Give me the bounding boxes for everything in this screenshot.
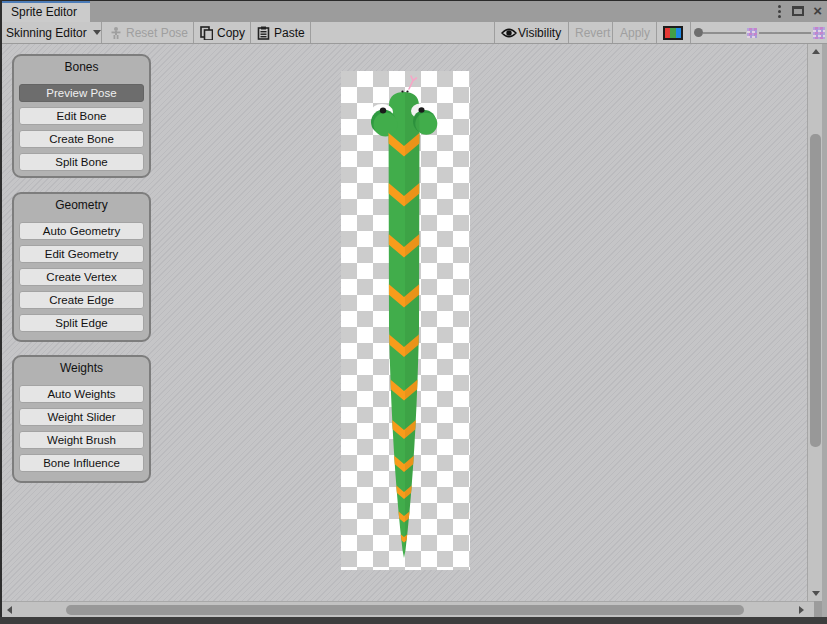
button-weight-brush[interactable]: Weight Brush (19, 431, 144, 449)
sprite-canvas[interactable] (341, 71, 470, 570)
maximize-icon[interactable] (792, 6, 804, 16)
snake-tongue (409, 76, 417, 89)
kebab-menu-icon[interactable] (776, 5, 783, 18)
tab-sprite-editor[interactable]: Sprite Editor (2, 1, 90, 22)
revert-label: Revert (575, 26, 610, 40)
button-edit-bone[interactable]: Edit Bone (19, 107, 144, 125)
horizontal-scrollbar[interactable] (2, 601, 814, 617)
titlebar: Sprite Editor × (0, 0, 827, 22)
button-auto-weights[interactable]: Auto Weights (19, 385, 144, 403)
vertical-scroll-thumb[interactable] (810, 134, 821, 447)
button-preview-pose[interactable]: Preview Pose (19, 84, 144, 102)
mip-slider-handle[interactable] (694, 28, 703, 37)
scroll-right-icon[interactable] (799, 606, 804, 614)
panel-bones-title: Bones (64, 59, 98, 76)
panel-weights: Weights Auto Weights Weight Slider Weigh… (12, 355, 151, 483)
paste-icon (257, 26, 270, 40)
snake-sprite (341, 71, 470, 570)
apply-button[interactable]: Apply (620, 22, 650, 43)
button-bone-influence[interactable]: Bone Influence (19, 454, 144, 472)
eye-icon (501, 27, 517, 39)
visibility-label: Visibility (518, 26, 561, 40)
sprite-editor-window: Sprite Editor × Skinning Editor Reset Po… (0, 0, 827, 624)
button-auto-geometry[interactable]: Auto Geometry (19, 222, 144, 240)
apply-label: Apply (620, 26, 650, 40)
reset-pose-icon (109, 26, 123, 40)
button-create-vertex[interactable]: Create Vertex (19, 268, 144, 286)
reset-pose-label: Reset Pose (126, 26, 188, 40)
copy-button[interactable]: Copy (200, 22, 245, 43)
copy-label: Copy (217, 26, 245, 40)
button-weight-slider[interactable]: Weight Slider (19, 408, 144, 426)
mip-slider-track2[interactable] (759, 32, 811, 34)
horizontal-scroll-thumb[interactable] (66, 605, 744, 615)
close-icon[interactable]: × (813, 6, 822, 16)
panel-geometry: Geometry Auto Geometry Edit Geometry Cre… (12, 192, 151, 342)
skinning-editor-dropdown[interactable]: Skinning Editor (6, 22, 101, 43)
vertical-scrollbar[interactable] (807, 44, 822, 601)
button-create-edge[interactable]: Create Edge (19, 291, 144, 309)
scroll-up-icon[interactable] (812, 49, 820, 54)
revert-button[interactable]: Revert (575, 22, 610, 43)
panel-bones: Bones Preview Pose Edit Bone Create Bone… (12, 54, 151, 178)
scroll-down-icon[interactable] (812, 591, 820, 596)
toolbar: Skinning Editor Reset Pose Copy (0, 22, 827, 44)
visibility-button[interactable]: Visibility (501, 22, 561, 43)
panel-weights-title: Weights (60, 360, 103, 377)
skinning-editor-label: Skinning Editor (6, 26, 87, 40)
button-edit-geometry[interactable]: Edit Geometry (19, 245, 144, 263)
rgb-icon (663, 26, 683, 40)
mip-slider-track[interactable] (703, 32, 746, 34)
editor-viewport[interactable]: Bones Preview Pose Edit Bone Create Bone… (2, 44, 807, 601)
paste-button[interactable]: Paste (257, 22, 305, 43)
mip-small-icon (747, 28, 757, 38)
button-create-bone[interactable]: Create Bone (19, 130, 144, 148)
button-split-edge[interactable]: Split Edge (19, 314, 144, 332)
scroll-left-icon[interactable] (7, 606, 12, 614)
copy-icon (200, 26, 213, 40)
rgb-channels-button[interactable] (663, 22, 683, 43)
chevron-down-icon (93, 30, 101, 35)
paste-label: Paste (274, 26, 305, 40)
reset-pose-button[interactable]: Reset Pose (109, 22, 188, 43)
button-split-bone[interactable]: Split Bone (19, 153, 144, 171)
mip-large-icon (813, 27, 825, 39)
panel-geometry-title: Geometry (55, 197, 108, 214)
